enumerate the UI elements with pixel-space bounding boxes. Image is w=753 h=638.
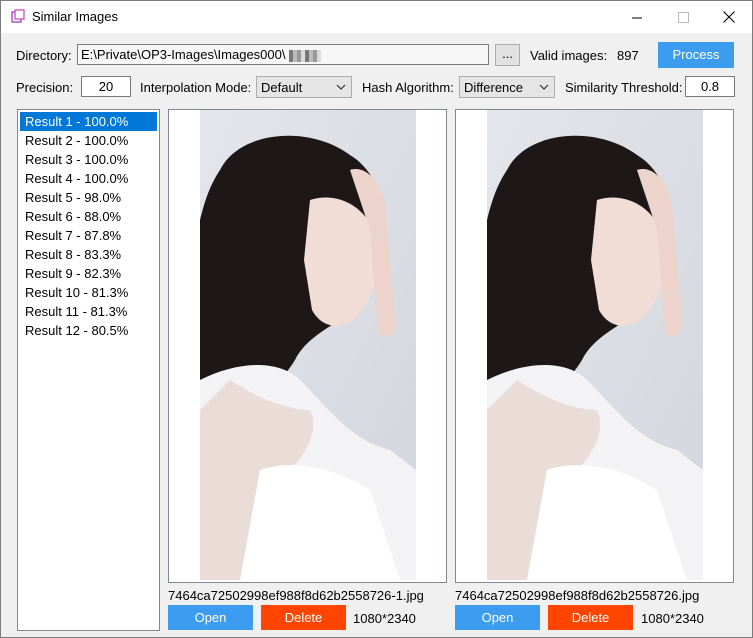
similarity-threshold-input[interactable]: 0.8 bbox=[685, 76, 735, 97]
left-filename: 7464ca72502998ef988f8d62b2558726-1.jpg bbox=[168, 588, 424, 603]
result-item[interactable]: Result 3 - 100.0% bbox=[20, 150, 157, 169]
right-dimensions: 1080*2340 bbox=[641, 611, 704, 626]
close-icon bbox=[723, 11, 735, 23]
close-button[interactable] bbox=[706, 1, 752, 33]
right-photo bbox=[487, 110, 703, 580]
right-filename: 7464ca72502998ef988f8d62b2558726.jpg bbox=[455, 588, 700, 603]
chevron-down-icon bbox=[336, 84, 346, 90]
result-item[interactable]: Result 11 - 81.3% bbox=[20, 302, 157, 321]
interpolation-select[interactable]: Default bbox=[256, 76, 352, 98]
minimize-button[interactable] bbox=[614, 1, 660, 33]
precision-input[interactable]: 20 bbox=[81, 76, 131, 97]
directory-input[interactable]: E:\Private\OP3-Images\Images000\ bbox=[77, 44, 489, 65]
portrait-image bbox=[487, 110, 703, 580]
left-dimensions: 1080*2340 bbox=[353, 611, 416, 626]
right-delete-button[interactable]: Delete bbox=[548, 605, 633, 630]
precision-label: Precision: bbox=[16, 80, 74, 95]
window-title: Similar Images bbox=[32, 9, 118, 24]
similarity-threshold-label: Similarity Threshold: bbox=[565, 80, 683, 95]
valid-images-label: Valid images: bbox=[530, 48, 608, 63]
maximize-icon bbox=[677, 11, 689, 23]
result-item[interactable]: Result 5 - 98.0% bbox=[20, 188, 157, 207]
interpolation-label: Interpolation Mode: bbox=[140, 80, 252, 95]
result-item[interactable]: Result 10 - 81.3% bbox=[20, 283, 157, 302]
app-icon bbox=[11, 9, 25, 23]
result-item[interactable]: Result 4 - 100.0% bbox=[20, 169, 157, 188]
minimize-icon bbox=[631, 17, 642, 18]
valid-images-count: 897 bbox=[617, 48, 639, 63]
result-item[interactable]: Result 1 - 100.0% bbox=[20, 112, 157, 131]
directory-label: Directory: bbox=[16, 48, 72, 63]
interpolation-value: Default bbox=[261, 80, 303, 95]
result-item[interactable]: Result 2 - 100.0% bbox=[20, 131, 157, 150]
chevron-down-icon bbox=[539, 84, 549, 90]
left-photo bbox=[200, 110, 416, 580]
hash-algorithm-label: Hash Algorithm: bbox=[362, 80, 454, 95]
portrait-image bbox=[200, 110, 416, 580]
result-item[interactable]: Result 12 - 80.5% bbox=[20, 321, 157, 340]
left-delete-button[interactable]: Delete bbox=[261, 605, 346, 630]
app-window: Similar Images Directory: E:\Private\OP3… bbox=[0, 0, 753, 638]
results-list[interactable]: Result 1 - 100.0% Result 2 - 100.0% Resu… bbox=[17, 109, 160, 631]
right-open-button[interactable]: Open bbox=[455, 605, 540, 630]
hash-algorithm-select[interactable]: Difference bbox=[459, 76, 555, 98]
title-bar: Similar Images bbox=[1, 1, 752, 33]
maximize-button[interactable] bbox=[660, 1, 706, 33]
redacted-path-icon bbox=[289, 49, 322, 62]
hash-algorithm-value: Difference bbox=[464, 80, 524, 95]
directory-value: E:\Private\OP3-Images\Images000\ bbox=[81, 47, 286, 62]
process-button[interactable]: Process bbox=[658, 42, 734, 68]
result-item[interactable]: Result 8 - 83.3% bbox=[20, 245, 157, 264]
result-item[interactable]: Result 6 - 88.0% bbox=[20, 207, 157, 226]
left-open-button[interactable]: Open bbox=[168, 605, 253, 630]
right-image-panel bbox=[455, 109, 734, 583]
left-image-panel bbox=[168, 109, 447, 583]
result-item[interactable]: Result 7 - 87.8% bbox=[20, 226, 157, 245]
browse-button[interactable]: ... bbox=[495, 44, 520, 66]
result-item[interactable]: Result 9 - 82.3% bbox=[20, 264, 157, 283]
